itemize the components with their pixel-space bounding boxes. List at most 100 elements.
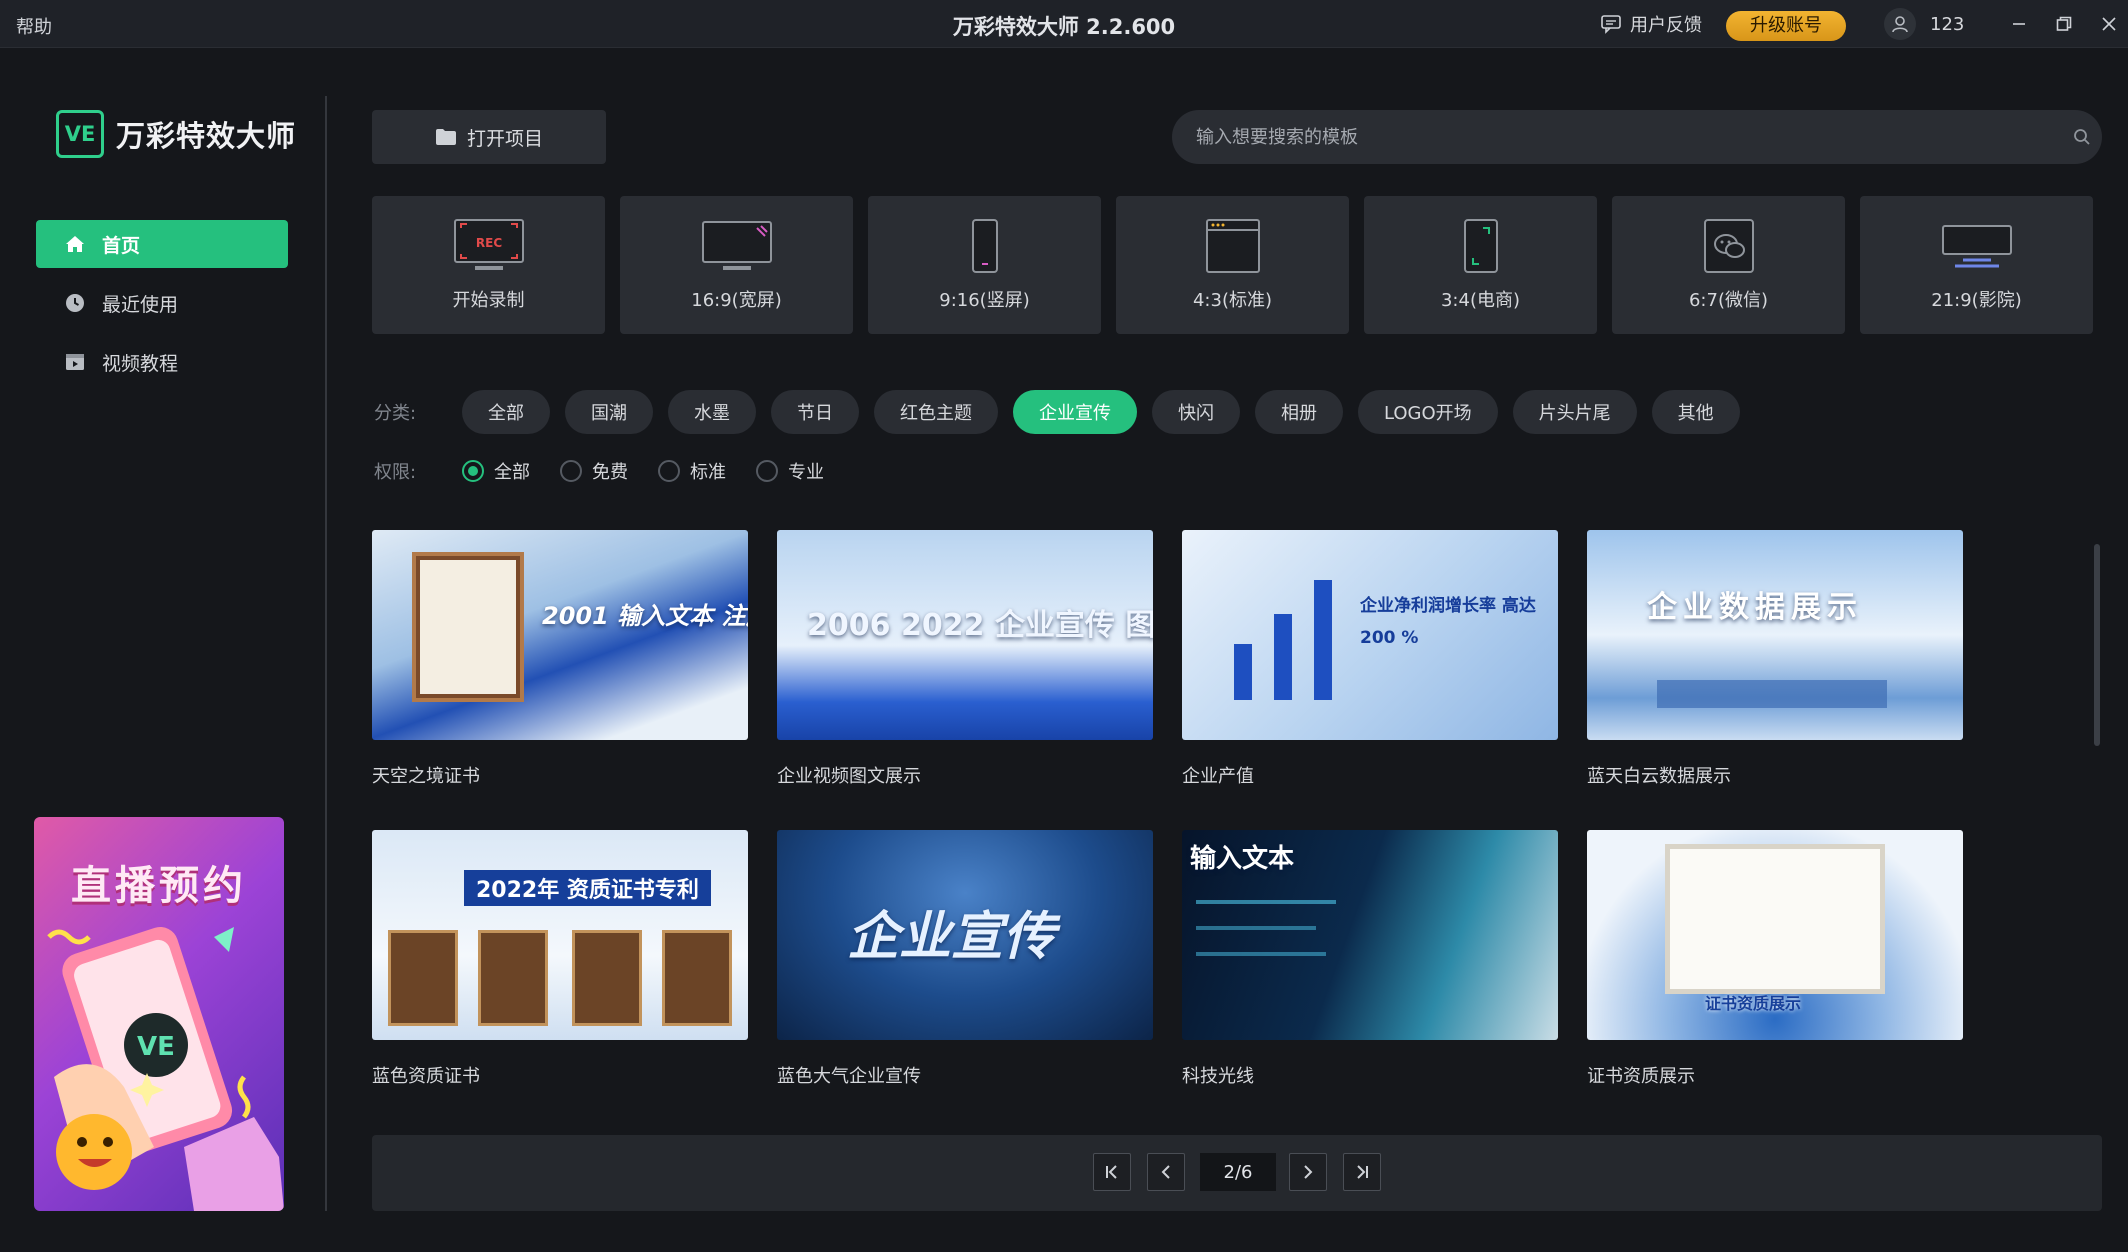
standard-icon [1205,219,1260,273]
ratio-6-7-card[interactable]: 6:7(微信) [1612,196,1845,334]
template-card[interactable]: 证书资质展示 证书资质展示 [1587,830,1963,1130]
template-card[interactable]: 2006 2022 企业宣传 图文展示 企业视频图文展示 [777,530,1153,830]
category-chip[interactable]: LOGO开场 [1358,390,1498,434]
close-button[interactable] [2095,10,2123,38]
ratio-3-4-card[interactable]: 3:4(电商) [1364,196,1597,334]
widescreen-icon [701,221,772,270]
feedback-button[interactable]: 用户反馈 [1600,10,1702,38]
template-card[interactable]: 企业宣传 蓝色大气企业宣传 [777,830,1153,1130]
user-menu[interactable]: 123 [1884,8,1964,40]
permission-filter: 权限: 全部 免费 标准 专业 [374,458,854,484]
feedback-label: 用户反馈 [1630,15,1702,36]
sidebar-item-video-tutorial[interactable]: 视频教程 [36,338,288,386]
app-logo: VE 万彩特效大师 [56,110,296,158]
restore-icon [2056,16,2072,31]
category-chip[interactable]: 片头片尾 [1512,390,1637,434]
sidebar-item-label: 最近使用 [102,293,179,316]
chevron-right-icon [1304,1165,1313,1179]
template-thumbnail[interactable]: 2006 2022 企业宣传 图文展示 [777,530,1153,740]
template-thumbnail[interactable]: 2022年 资质证书专利 [372,830,748,1040]
next-page-button[interactable] [1289,1153,1327,1191]
ratio-4-3-card[interactable]: 4:3(标准) [1116,196,1349,334]
permission-radio-all[interactable]: 全部 [462,458,530,484]
permission-radio-standard[interactable]: 标准 [658,458,726,484]
portrait-icon [971,219,998,273]
template-card[interactable]: 企业数据展示 蓝天白云数据展示 [1587,530,1963,830]
open-project-label: 打开项目 [466,127,543,150]
ratio-label: 16:9(宽屏) [691,290,782,311]
template-thumbnail[interactable]: 2001 输入文本 注册国家品牌标识 [372,530,748,740]
page-indicator[interactable]: 2/6 [1200,1153,1276,1191]
category-chip[interactable]: 快闪 [1152,390,1240,434]
radio-label: 标准 [690,462,726,483]
search-input[interactable] [1196,126,2062,148]
template-grid: 2001 输入文本 注册国家品牌标识 天空之境证书 2006 2022 企业宣传… [372,530,1963,1130]
template-thumbnail[interactable]: 证书资质展示 [1587,830,1963,1040]
category-chip[interactable]: 其他 [1651,390,1740,434]
ratio-label: 4:3(标准) [1192,290,1272,311]
category-chip[interactable]: 相册 [1255,390,1343,434]
template-name: 天空之境证书 [372,766,480,787]
thumb-text: 2001 输入文本 注册国家品牌标识 [542,602,748,630]
home-icon [66,236,84,252]
ratio-label: 3:4(电商) [1440,290,1520,311]
live-booking-banner[interactable]: 直播预约 VE [34,817,284,1211]
minimize-button[interactable] [2005,10,2033,38]
sidebar-item-label: 首页 [102,234,141,257]
rec-badge: REC [475,236,501,250]
category-chip-active[interactable]: 企业宣传 [1013,390,1137,434]
thumb-text: 证书资质展示 [1705,994,1802,1013]
template-search[interactable] [1172,110,2102,164]
sidebar-item-recent[interactable]: 最近使用 [36,279,288,327]
record-icon: REC [453,219,524,270]
template-name: 证书资质展示 [1587,1066,1695,1087]
template-name: 蓝色资质证书 [372,1066,480,1087]
title-bar: 帮助 万彩特效大师 2.2.600 用户反馈 升级账号 123 [0,0,2128,48]
category-chip[interactable]: 国潮 [565,390,653,434]
promo-badge: VE [137,1032,175,1062]
template-thumbnail[interactable]: 输入文本 [1182,830,1558,1040]
template-name: 企业产值 [1182,766,1254,787]
template-thumbnail[interactable]: 企业净利润增长率 高达 200 % [1182,530,1558,740]
permission-radio-free[interactable]: 免费 [560,458,628,484]
last-page-button[interactable] [1343,1153,1381,1191]
close-icon [2102,17,2116,31]
ratio-16-9-card[interactable]: 16:9(宽屏) [620,196,853,334]
permission-radio-pro[interactable]: 专业 [756,458,824,484]
template-card[interactable]: 企业净利润增长率 高达 200 % 企业产值 [1182,530,1558,830]
thumb-text: 2022年 资质证书专利 [464,870,711,906]
username: 123 [1930,13,1965,35]
help-menu[interactable]: 帮助 [16,13,52,39]
template-card[interactable]: 2001 输入文本 注册国家品牌标识 天空之境证书 [372,530,748,830]
wechat-icon [1703,219,1754,273]
upgrade-account-button[interactable]: 升级账号 [1726,11,1846,41]
open-project-button[interactable]: 打开项目 [372,110,606,164]
category-label: 分类: [374,403,417,424]
category-chip[interactable]: 红色主题 [874,390,998,434]
restore-button[interactable] [2050,10,2078,38]
category-chip[interactable]: 节日 [771,390,859,434]
search-icon[interactable] [2062,128,2102,146]
ratio-9-16-card[interactable]: 9:16(竖屏) [868,196,1101,334]
template-name: 蓝色大气企业宣传 [777,1066,921,1087]
previous-page-button[interactable] [1147,1153,1185,1191]
user-avatar-icon [1884,8,1916,40]
template-scrollbar[interactable] [2094,544,2100,746]
category-chip[interactable]: 全部 [462,390,550,434]
sidebar-item-label: 视频教程 [102,352,179,375]
template-card[interactable]: 输入文本 科技光线 [1182,830,1558,1130]
template-name: 企业视频图文展示 [777,766,921,787]
radio-selected-icon [462,460,484,482]
first-page-button[interactable] [1093,1153,1131,1191]
template-card[interactable]: 2022年 资质证书专利 蓝色资质证书 [372,830,748,1130]
pagination-bar: 2/6 [372,1135,2102,1211]
template-thumbnail[interactable]: 企业宣传 [777,830,1153,1040]
start-recording-card[interactable]: REC 开始录制 [372,196,605,334]
thumb-text: 2006 2022 企业宣传 图文展示 [807,608,1153,643]
sidebar-item-home[interactable]: 首页 [36,220,288,268]
thumb-text: 企业净利润增长率 高达 200 % [1360,596,1536,648]
feedback-icon [1601,15,1621,34]
category-chip[interactable]: 水墨 [668,390,756,434]
ratio-21-9-card[interactable]: 21:9(影院) [1860,196,2093,334]
template-thumbnail[interactable]: 企业数据展示 [1587,530,1963,740]
